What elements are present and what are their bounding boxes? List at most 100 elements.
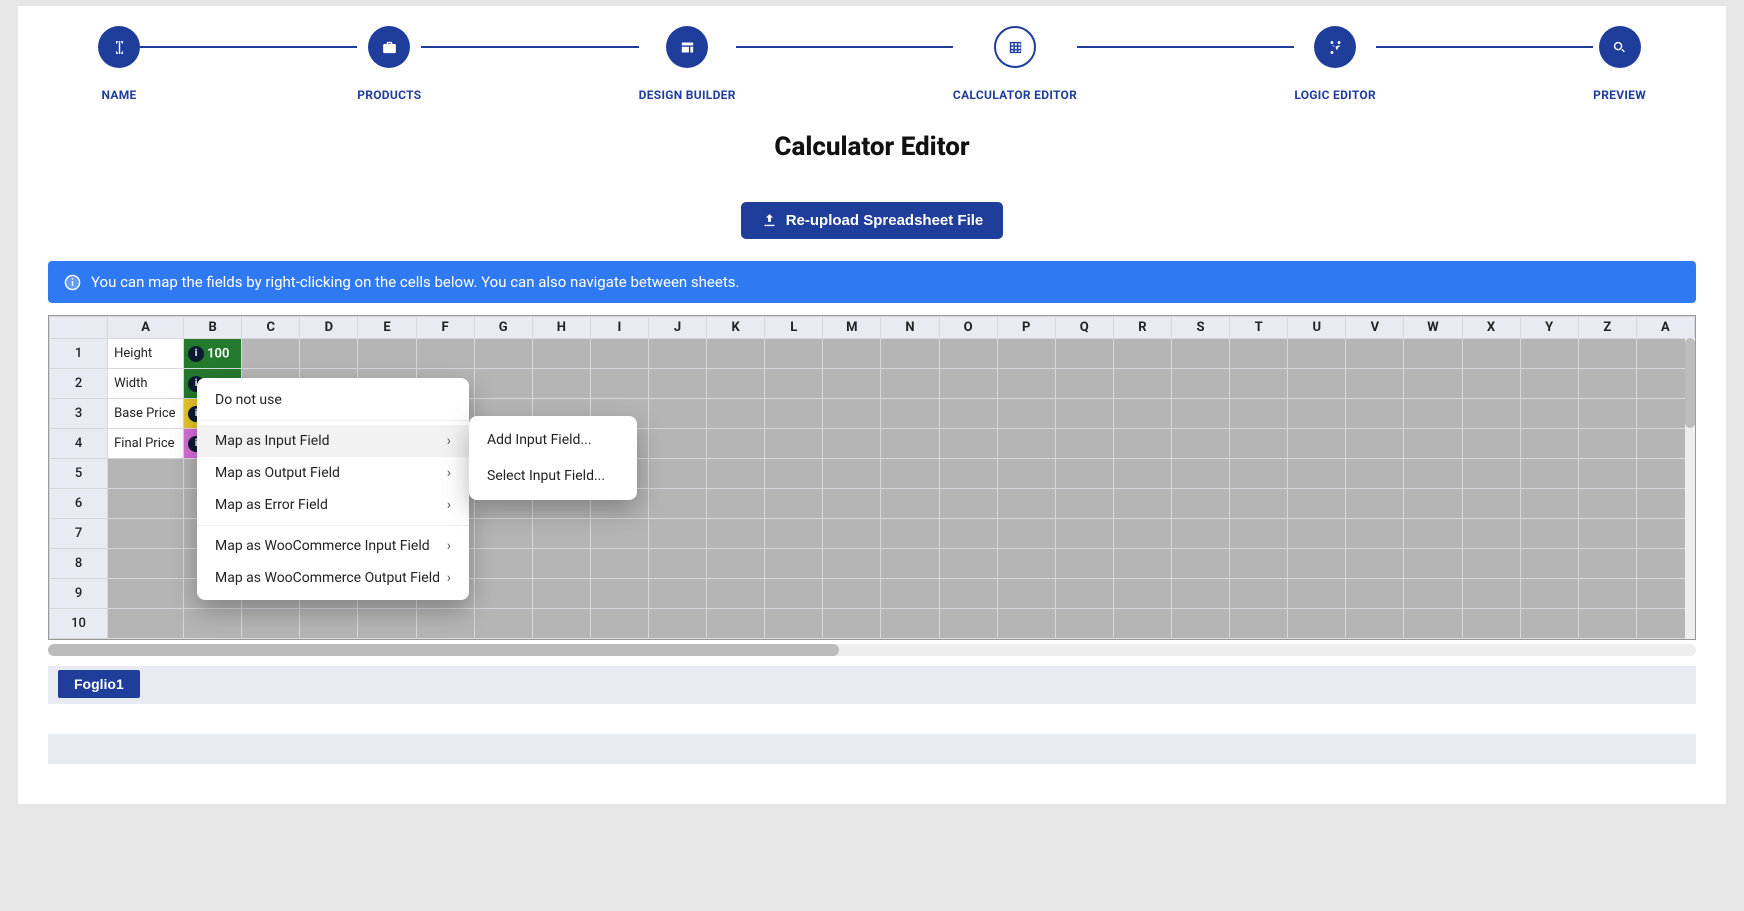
cell[interactable] [1055,399,1113,429]
cell[interactable] [1288,339,1346,369]
cell[interactable] [881,339,939,369]
cell[interactable] [1055,429,1113,459]
cell[interactable] [765,519,823,549]
cell[interactable] [1171,489,1229,519]
column-header[interactable]: N [881,317,939,339]
cell[interactable] [648,549,706,579]
cell[interactable] [997,519,1055,549]
briefcase-icon[interactable] [368,26,410,68]
cell[interactable] [997,429,1055,459]
cell[interactable] [1288,369,1346,399]
submenu-select-input-field[interactable]: Select Input Field... [469,458,637,494]
cell[interactable] [997,579,1055,609]
cell[interactable]: Height [108,339,184,369]
horizontal-scrollbar[interactable] [48,644,1696,656]
cell[interactable] [1404,459,1462,489]
cell[interactable] [707,489,765,519]
cell[interactable] [823,489,881,519]
menu-map-error-field[interactable]: Map as Error Field › [197,489,469,521]
cell[interactable] [1520,369,1578,399]
column-header[interactable]: H [532,317,590,339]
cell[interactable] [939,369,997,399]
cell[interactable] [590,339,648,369]
cell[interactable] [300,609,358,639]
cell[interactable] [939,549,997,579]
cell[interactable] [590,579,648,609]
cell[interactable] [532,519,590,549]
row-header[interactable]: 2 [50,369,108,399]
cell[interactable] [1113,609,1171,639]
cell[interactable] [474,519,532,549]
layout-icon[interactable] [666,26,708,68]
row-header[interactable]: 4 [50,429,108,459]
cell[interactable] [939,579,997,609]
cell[interactable] [1520,459,1578,489]
search-icon[interactable] [1599,26,1641,68]
row-header[interactable]: 9 [50,579,108,609]
cell[interactable] [823,579,881,609]
text-cursor-icon[interactable] [98,26,140,68]
cell[interactable] [1578,549,1636,579]
row-header[interactable]: 1 [50,339,108,369]
cell[interactable] [1462,369,1520,399]
menu-map-wc-input-field[interactable]: Map as WooCommerce Input Field › [197,530,469,562]
cell[interactable] [1230,579,1288,609]
cell[interactable] [765,489,823,519]
cell[interactable] [1230,399,1288,429]
cell[interactable] [474,339,532,369]
cell[interactable] [1404,519,1462,549]
cell[interactable] [1113,369,1171,399]
cell[interactable] [1404,339,1462,369]
cell[interactable] [997,339,1055,369]
cell[interactable] [939,339,997,369]
cell[interactable] [1055,459,1113,489]
cell[interactable] [1113,489,1171,519]
column-header[interactable]: Z [1578,317,1636,339]
cell[interactable] [1578,459,1636,489]
cell[interactable] [1113,459,1171,489]
cell[interactable] [300,339,358,369]
cell[interactable] [707,429,765,459]
cell[interactable] [1346,519,1404,549]
cell[interactable] [1462,489,1520,519]
cell[interactable] [1404,609,1462,639]
cell[interactable] [1171,579,1229,609]
cell[interactable] [707,579,765,609]
cell[interactable] [1404,489,1462,519]
column-header[interactable]: Y [1520,317,1578,339]
cell[interactable] [823,609,881,639]
cell[interactable] [1171,429,1229,459]
cell[interactable] [1346,579,1404,609]
cell[interactable] [1520,489,1578,519]
cell[interactable] [707,609,765,639]
cell[interactable] [1230,489,1288,519]
cell[interactable]: Final Price [108,429,184,459]
cell[interactable] [1462,429,1520,459]
cell[interactable] [1578,399,1636,429]
cell[interactable] [1578,519,1636,549]
cell[interactable] [358,609,416,639]
cell[interactable] [707,399,765,429]
column-header[interactable]: X [1462,317,1520,339]
cell[interactable] [881,369,939,399]
cell[interactable] [1578,489,1636,519]
cell[interactable]: Base Price [108,399,184,429]
sheet-tab-foglio1[interactable]: Foglio1 [58,670,140,698]
cell[interactable] [1230,609,1288,639]
cell[interactable] [1288,519,1346,549]
cell[interactable] [590,519,648,549]
cell[interactable] [590,369,648,399]
cell[interactable] [532,609,590,639]
cell[interactable] [1404,549,1462,579]
cell[interactable] [532,369,590,399]
cell[interactable] [1288,579,1346,609]
cell[interactable] [648,369,706,399]
step-preview[interactable]: PREVIEW [1593,26,1646,102]
cell[interactable]: i100 [184,339,242,369]
cell[interactable] [1404,399,1462,429]
cell[interactable] [1055,489,1113,519]
cell[interactable] [881,459,939,489]
cell[interactable] [1171,339,1229,369]
cell[interactable] [1171,369,1229,399]
cell[interactable] [532,339,590,369]
